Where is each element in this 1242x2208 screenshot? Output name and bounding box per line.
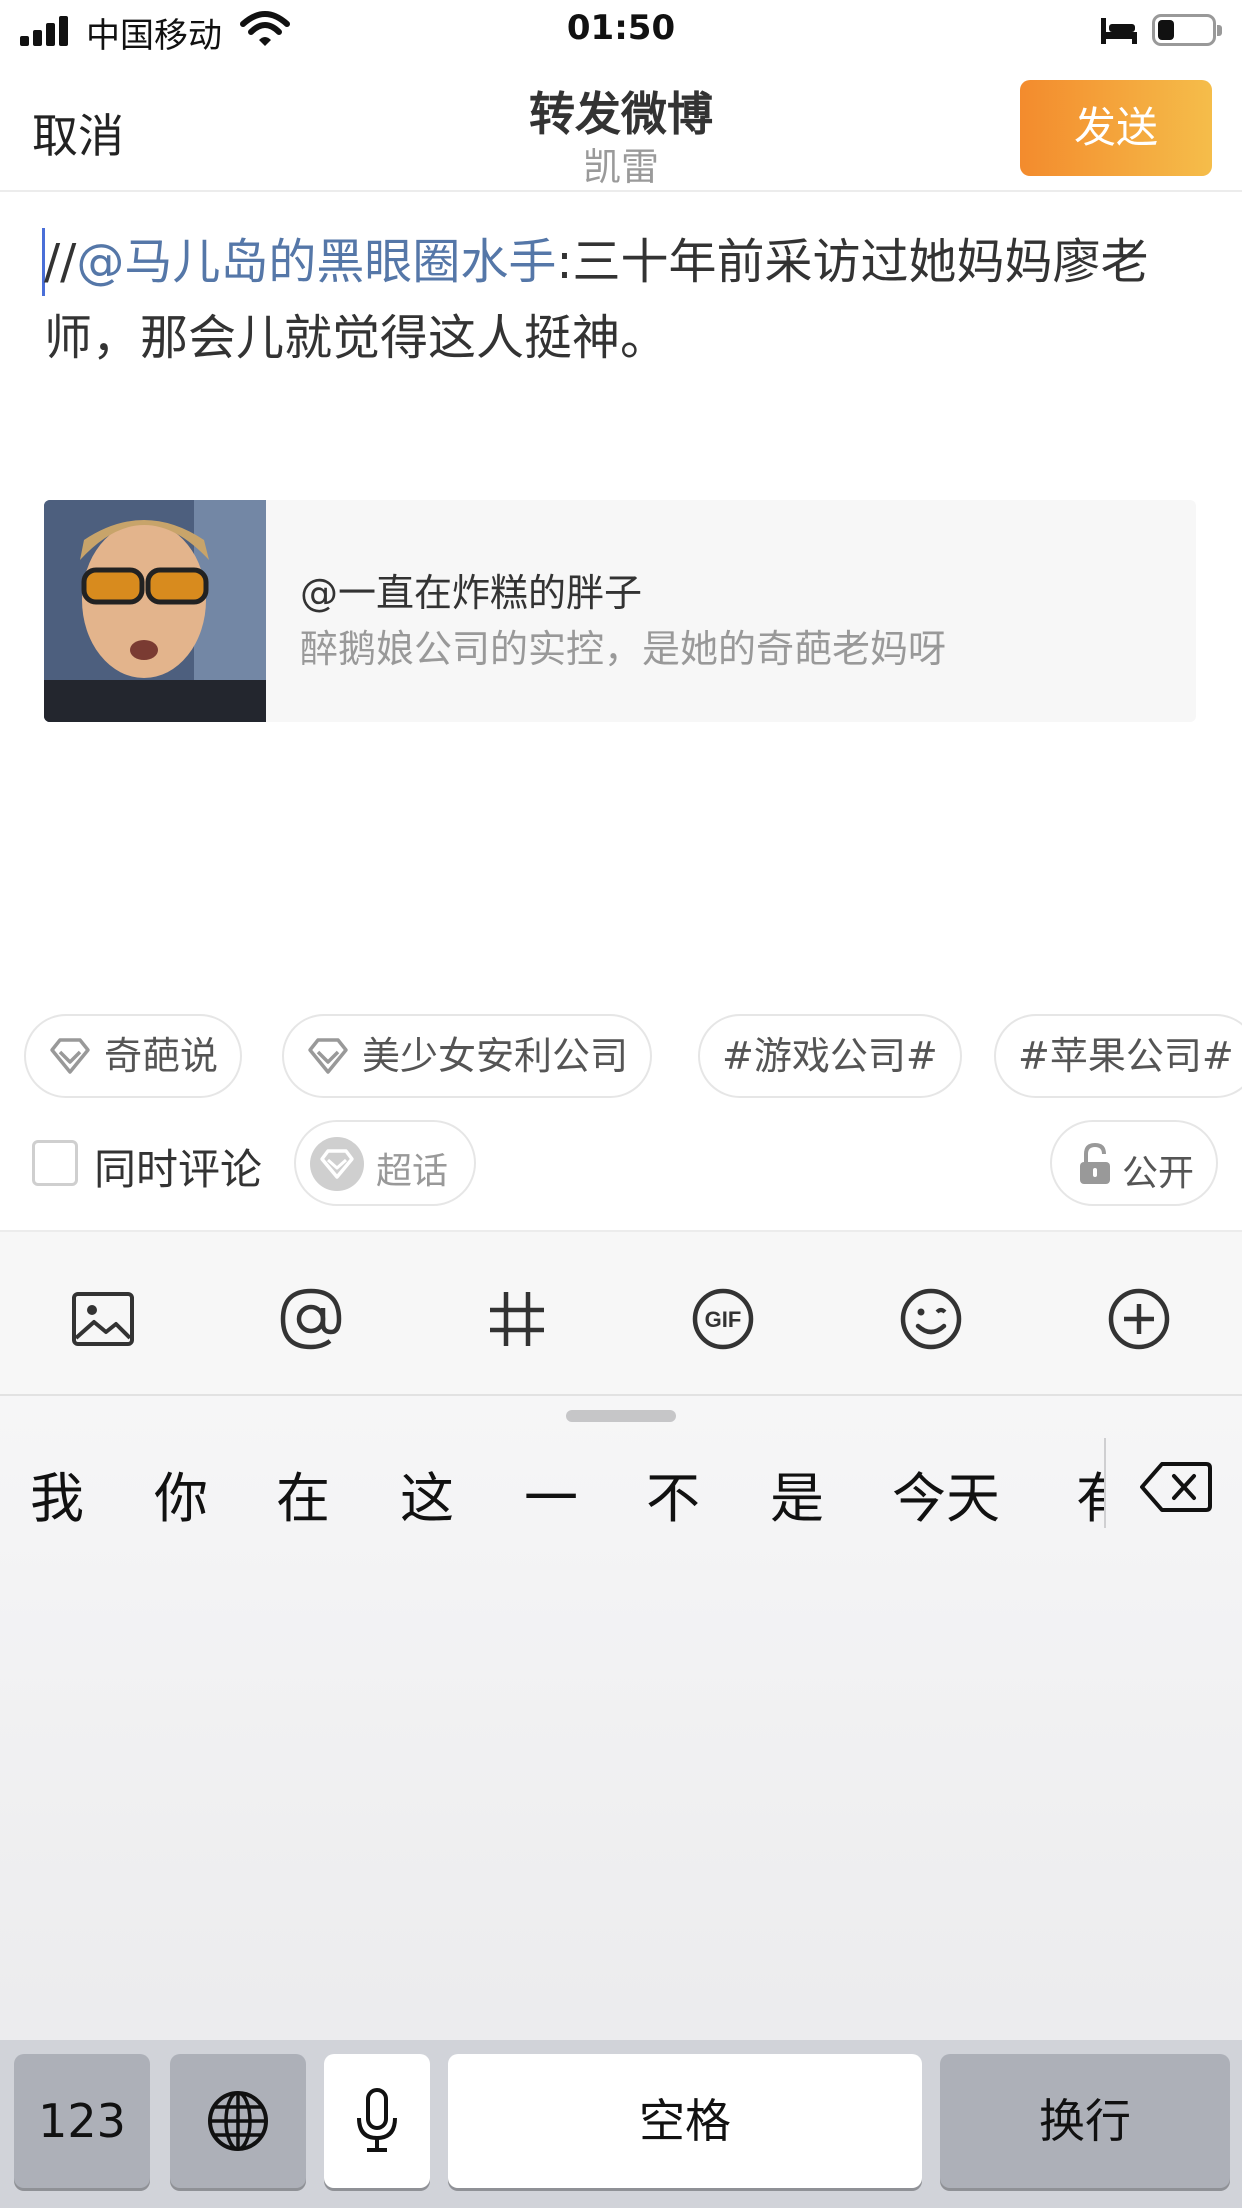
gif-icon[interactable]: GIF xyxy=(688,1284,758,1354)
topic-chip[interactable]: #游戏公司# xyxy=(698,1014,962,1098)
candidate-word[interactable]: 今天 xyxy=(892,1454,1000,1533)
candidate-word[interactable]: 你 xyxy=(154,1454,208,1533)
status-bar: 中国移动 01:50 xyxy=(0,0,1242,62)
microphone-icon xyxy=(357,2088,397,2152)
globe-icon xyxy=(208,2091,268,2151)
battery-icon xyxy=(1152,14,1222,46)
topic-chip[interactable]: 奇葩说 xyxy=(24,1014,243,1098)
compose-prefix: // xyxy=(44,234,77,290)
candidate-word[interactable]: 不 xyxy=(646,1454,700,1533)
topic-chip-label: #苹果公司# xyxy=(1018,1034,1234,1078)
super-topic-button[interactable]: 超话 xyxy=(294,1120,476,1206)
nav-bar: 取消 转发微博 凯雷 发送 xyxy=(0,62,1242,192)
keyboard-bottom-row: 123 空格 换行 xyxy=(0,2040,1242,2208)
candidate-word[interactable]: 是 xyxy=(770,1454,824,1533)
visibility-button[interactable]: 公开 xyxy=(1050,1120,1218,1206)
send-button[interactable]: 发送 xyxy=(1020,80,1212,176)
diamond-icon xyxy=(50,1037,90,1074)
diamond-icon xyxy=(310,1137,364,1191)
image-icon[interactable] xyxy=(68,1284,138,1354)
topic-chip-label: 奇葩说 xyxy=(104,1034,219,1078)
comment-also-checkbox[interactable] xyxy=(32,1140,78,1186)
visibility-label: 公开 xyxy=(1122,1153,1195,1194)
candidate-word[interactable]: 我 xyxy=(30,1454,84,1533)
keyboard-drag-handle[interactable] xyxy=(566,1410,676,1422)
return-key[interactable]: 换行 xyxy=(940,2054,1230,2188)
super-topic-label: 超话 xyxy=(376,1151,449,1192)
compose-text-field[interactable]: //@马儿岛的黑眼圈水手:三十年前采访过她妈妈廖老师，那会儿就觉得这人挺神。 xyxy=(44,224,1194,376)
topic-suggestions: 奇葩说 美少女安利公司 #游戏公司# #苹果公司# xyxy=(24,1014,1242,1098)
backspace-icon[interactable] xyxy=(1140,1460,1212,1514)
bed-icon xyxy=(1101,18,1137,44)
topic-chip-label: #游戏公司# xyxy=(722,1034,938,1078)
topic-chip[interactable]: #苹果公司# xyxy=(994,1014,1242,1098)
candidate-word[interactable]: 这 xyxy=(400,1454,454,1533)
battery-level xyxy=(1158,20,1174,40)
unlock-icon xyxy=(1080,1142,1110,1184)
globe-key[interactable] xyxy=(170,2054,306,2188)
quoted-post-card[interactable]: @一直在炸糕的胖子 醉鹅娘公司的实控，是她的奇葩老妈呀 xyxy=(44,500,1196,722)
keyboard: 我 你 在 这 一 不 是 今天 有 123 空格 换行 xyxy=(0,1396,1242,2208)
emoji-icon[interactable] xyxy=(896,1284,966,1354)
quoted-post-thumbnail xyxy=(44,500,266,722)
mention-link[interactable]: @马儿岛的黑眼圈水手 xyxy=(76,234,556,290)
candidate-word[interactable]: 在 xyxy=(276,1454,330,1533)
candidate-divider xyxy=(1104,1438,1106,1528)
status-time: 01:50 xyxy=(566,8,676,48)
microphone-key[interactable] xyxy=(324,2054,430,2188)
at-icon[interactable] xyxy=(276,1284,346,1354)
candidate-word[interactable]: 一 xyxy=(524,1454,578,1533)
topic-chip-label: 美少女安利公司 xyxy=(362,1034,629,1078)
topic-chip[interactable]: 美少女安利公司 xyxy=(282,1014,653,1098)
diamond-icon xyxy=(308,1037,348,1074)
candidate-word[interactable]: 有 xyxy=(1076,1454,1104,1533)
hashtag-icon[interactable] xyxy=(482,1284,552,1354)
space-key[interactable]: 空格 xyxy=(448,2054,922,2188)
compose-toolbar: GIF xyxy=(0,1230,1242,1396)
plus-icon[interactable] xyxy=(1104,1284,1174,1354)
numbers-key[interactable]: 123 xyxy=(14,2054,150,2188)
svg-text:GIF: GIF xyxy=(705,1307,742,1332)
comment-also-label[interactable]: 同时评论 xyxy=(94,1136,262,1197)
quoted-post-text: 醉鹅娘公司的实控，是她的奇葩老妈呀 xyxy=(300,627,947,671)
quoted-post-user: @一直在炸糕的胖子 xyxy=(300,571,643,615)
